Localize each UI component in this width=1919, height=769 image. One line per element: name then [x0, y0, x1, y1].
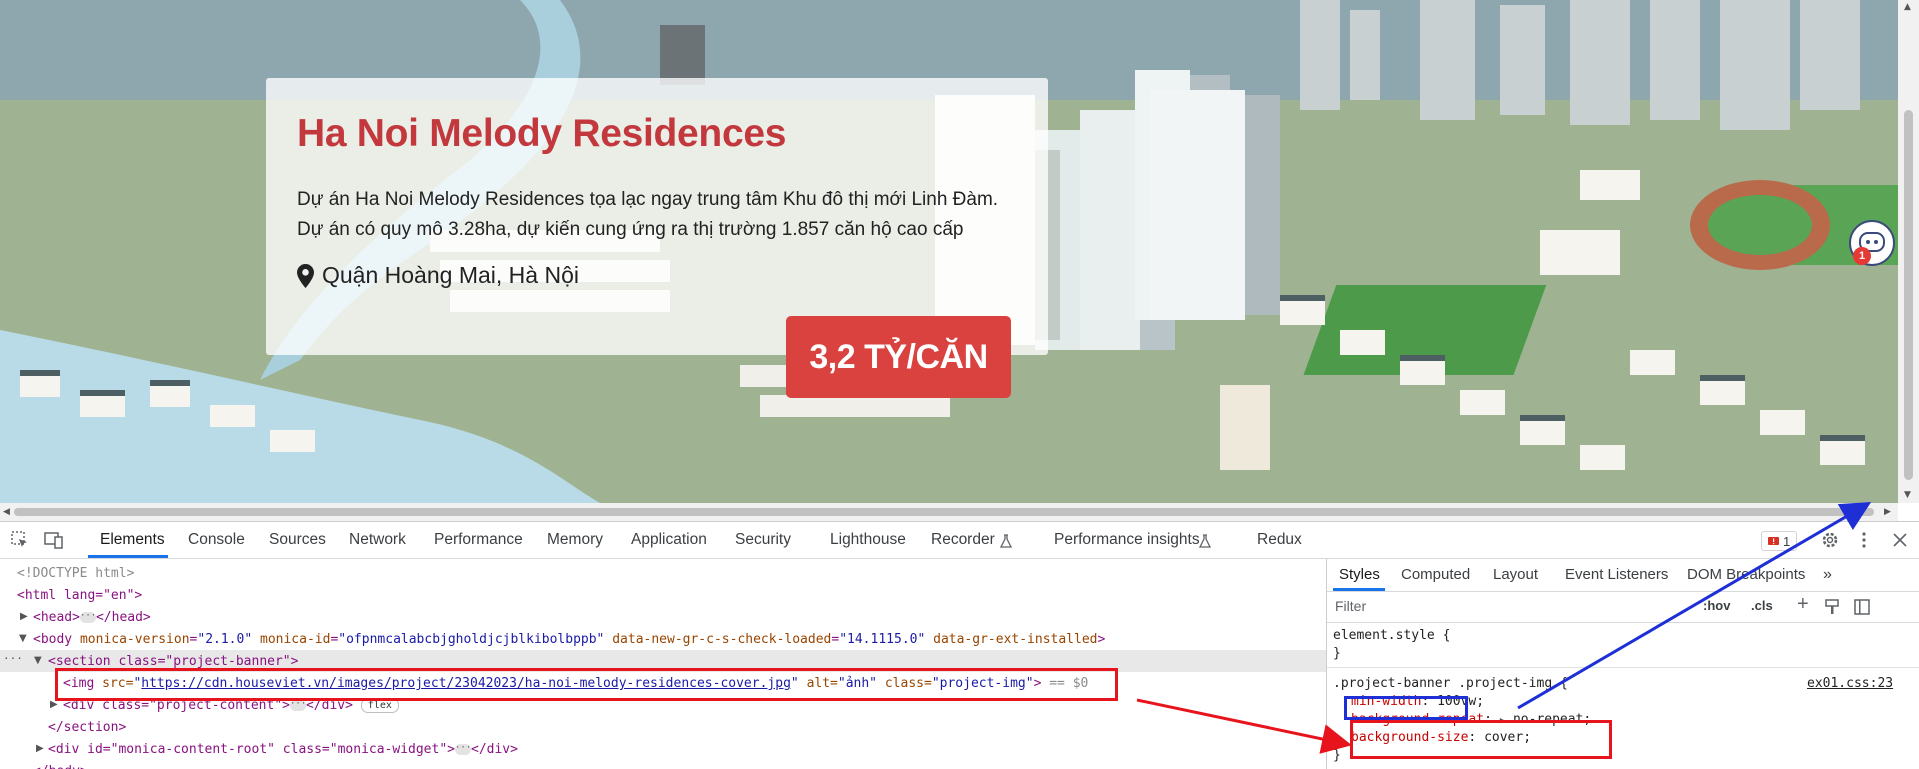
rule-separator [1327, 667, 1919, 668]
project-title: Ha Noi Melody Residences [297, 112, 787, 155]
close-devtools-icon[interactable] [1890, 530, 1910, 550]
cls-toggle[interactable]: .cls [1751, 598, 1773, 613]
issues-count: 1 [1783, 533, 1791, 549]
settings-gear-icon[interactable] [1820, 530, 1840, 550]
styles-subtabs: Styles Computed Layout Event Listeners D… [1327, 559, 1919, 592]
subtab-dom-breakpoints[interactable]: DOM Breakpoints [1687, 559, 1805, 591]
paint-brush-icon[interactable] [1825, 599, 1839, 615]
map-pin-icon [297, 263, 314, 288]
rule-selector[interactable]: .project-banner .project-img { [1333, 675, 1568, 693]
annotation-blue-box-min-width [1344, 696, 1468, 720]
html-open-line[interactable]: <html lang="en"> [17, 585, 142, 607]
issue-flag-icon [1768, 536, 1779, 545]
doctype-line[interactable]: <!DOCTYPE html> [17, 563, 134, 585]
filter-input[interactable]: Filter [1335, 598, 1366, 614]
inspect-element-icon[interactable] [10, 530, 30, 550]
subtab-computed[interactable]: Computed [1401, 559, 1470, 591]
monica-root-line[interactable]: <div id="monica-content-root" class="mon… [48, 739, 518, 761]
scroll-down-arrow-icon[interactable]: ▼ [1904, 490, 1911, 500]
annotation-red-box-img [55, 668, 1118, 701]
collapsed-ellipsis-icon[interactable]: ··· [455, 744, 471, 755]
subtab-layout[interactable]: Layout [1493, 559, 1538, 591]
tab-lighthouse[interactable]: Lighthouse [830, 522, 906, 558]
scroll-right-arrow-icon[interactable]: ▶ [1884, 507, 1891, 517]
node-actions-icon[interactable]: ··· [3, 650, 23, 668]
tab-memory[interactable]: Memory [547, 522, 603, 558]
element-style-selector[interactable]: element.style { [1333, 627, 1450, 645]
new-style-rule-icon[interactable]: + [1797, 593, 1809, 616]
flask-icon [1195, 531, 1215, 551]
active-subtab-indicator [1333, 588, 1385, 591]
tab-recorder[interactable]: Recorder [931, 522, 995, 558]
subtab-event-listeners[interactable]: Event Listeners [1565, 559, 1668, 591]
more-tabs-chevron-icon[interactable]: » [1823, 559, 1832, 591]
collapse-body-triangle-icon[interactable]: ▼ [19, 633, 27, 644]
horizontal-scroll-thumb[interactable] [14, 508, 1874, 516]
page-viewport: Ha Noi Melody Residences Dự án Ha Noi Me… [0, 0, 1898, 503]
element-style-close: } [1333, 646, 1341, 661]
section-close-line[interactable]: </section> [48, 717, 126, 739]
tab-security[interactable]: Security [735, 522, 791, 558]
subtab-styles[interactable]: Styles [1339, 559, 1380, 591]
project-description: Dự án Ha Noi Melody Residences tọa lạc n… [297, 185, 1037, 245]
tab-console[interactable]: Console [188, 522, 245, 558]
tab-elements[interactable]: Elements [100, 522, 165, 558]
elements-tree: ··· <!DOCTYPE html> <html lang="en"> ▶ <… [0, 559, 1327, 769]
active-tab-indicator [88, 555, 168, 558]
vertical-scroll-thumb[interactable] [1904, 110, 1913, 480]
more-options-icon[interactable] [1854, 530, 1874, 550]
head-line[interactable]: <head>···</head> [33, 607, 151, 629]
body-line[interactable]: <body monica-version="2.1.0" monica-id="… [33, 629, 1105, 651]
hov-toggle[interactable]: :hov [1703, 598, 1730, 613]
annotation-red-box-background [1350, 720, 1612, 759]
tab-performance-insights[interactable]: Performance insights [1054, 522, 1200, 558]
collapsed-ellipsis-icon[interactable]: ··· [289, 700, 306, 711]
styles-filter-bar: Filter :hov .cls + [1327, 592, 1919, 623]
toggle-sidebar-icon[interactable] [1854, 599, 1870, 615]
location-text: Quận Hoàng Mai, Hà Nội [322, 262, 579, 288]
tab-application[interactable]: Application [631, 522, 707, 558]
expand-monica-triangle-icon[interactable]: ▶ [36, 743, 44, 754]
scroll-up-arrow-icon[interactable]: ▲ [1904, 2, 1911, 12]
scroll-left-arrow-icon[interactable]: ◀ [3, 507, 10, 517]
tab-network[interactable]: Network [349, 522, 406, 558]
tab-sources[interactable]: Sources [269, 522, 326, 558]
issues-counter[interactable]: 1 [1761, 531, 1798, 551]
widget-notification-badge: 1 [1853, 247, 1871, 265]
tab-redux[interactable]: Redux [1257, 522, 1302, 558]
flask-icon [996, 531, 1016, 551]
devtools-panel: Elements Console Sources Network Perform… [0, 521, 1919, 769]
device-toolbar-icon[interactable] [44, 530, 64, 550]
collapsed-ellipsis-icon[interactable]: ··· [79, 612, 96, 623]
devtools-toolbar: Elements Console Sources Network Perform… [0, 522, 1919, 559]
description-line-2: Dự án có quy mô 3.28ha, dự kiến cung ứng… [297, 219, 964, 240]
project-location: Quận Hoàng Mai, Hà Nội [297, 262, 579, 289]
collapse-section-triangle-icon[interactable]: ▼ [34, 655, 42, 666]
tab-performance[interactable]: Performance [434, 522, 523, 558]
rule-source-link[interactable]: ex01.css:23 [1807, 675, 1893, 693]
expand-head-triangle-icon[interactable]: ▶ [20, 611, 28, 622]
rule-close: } [1333, 748, 1341, 763]
description-line-1: Dự án Ha Noi Melody Residences tọa lạc n… [297, 189, 999, 210]
price-tag[interactable]: 3,2 TỶ/CĂN [786, 316, 1011, 398]
